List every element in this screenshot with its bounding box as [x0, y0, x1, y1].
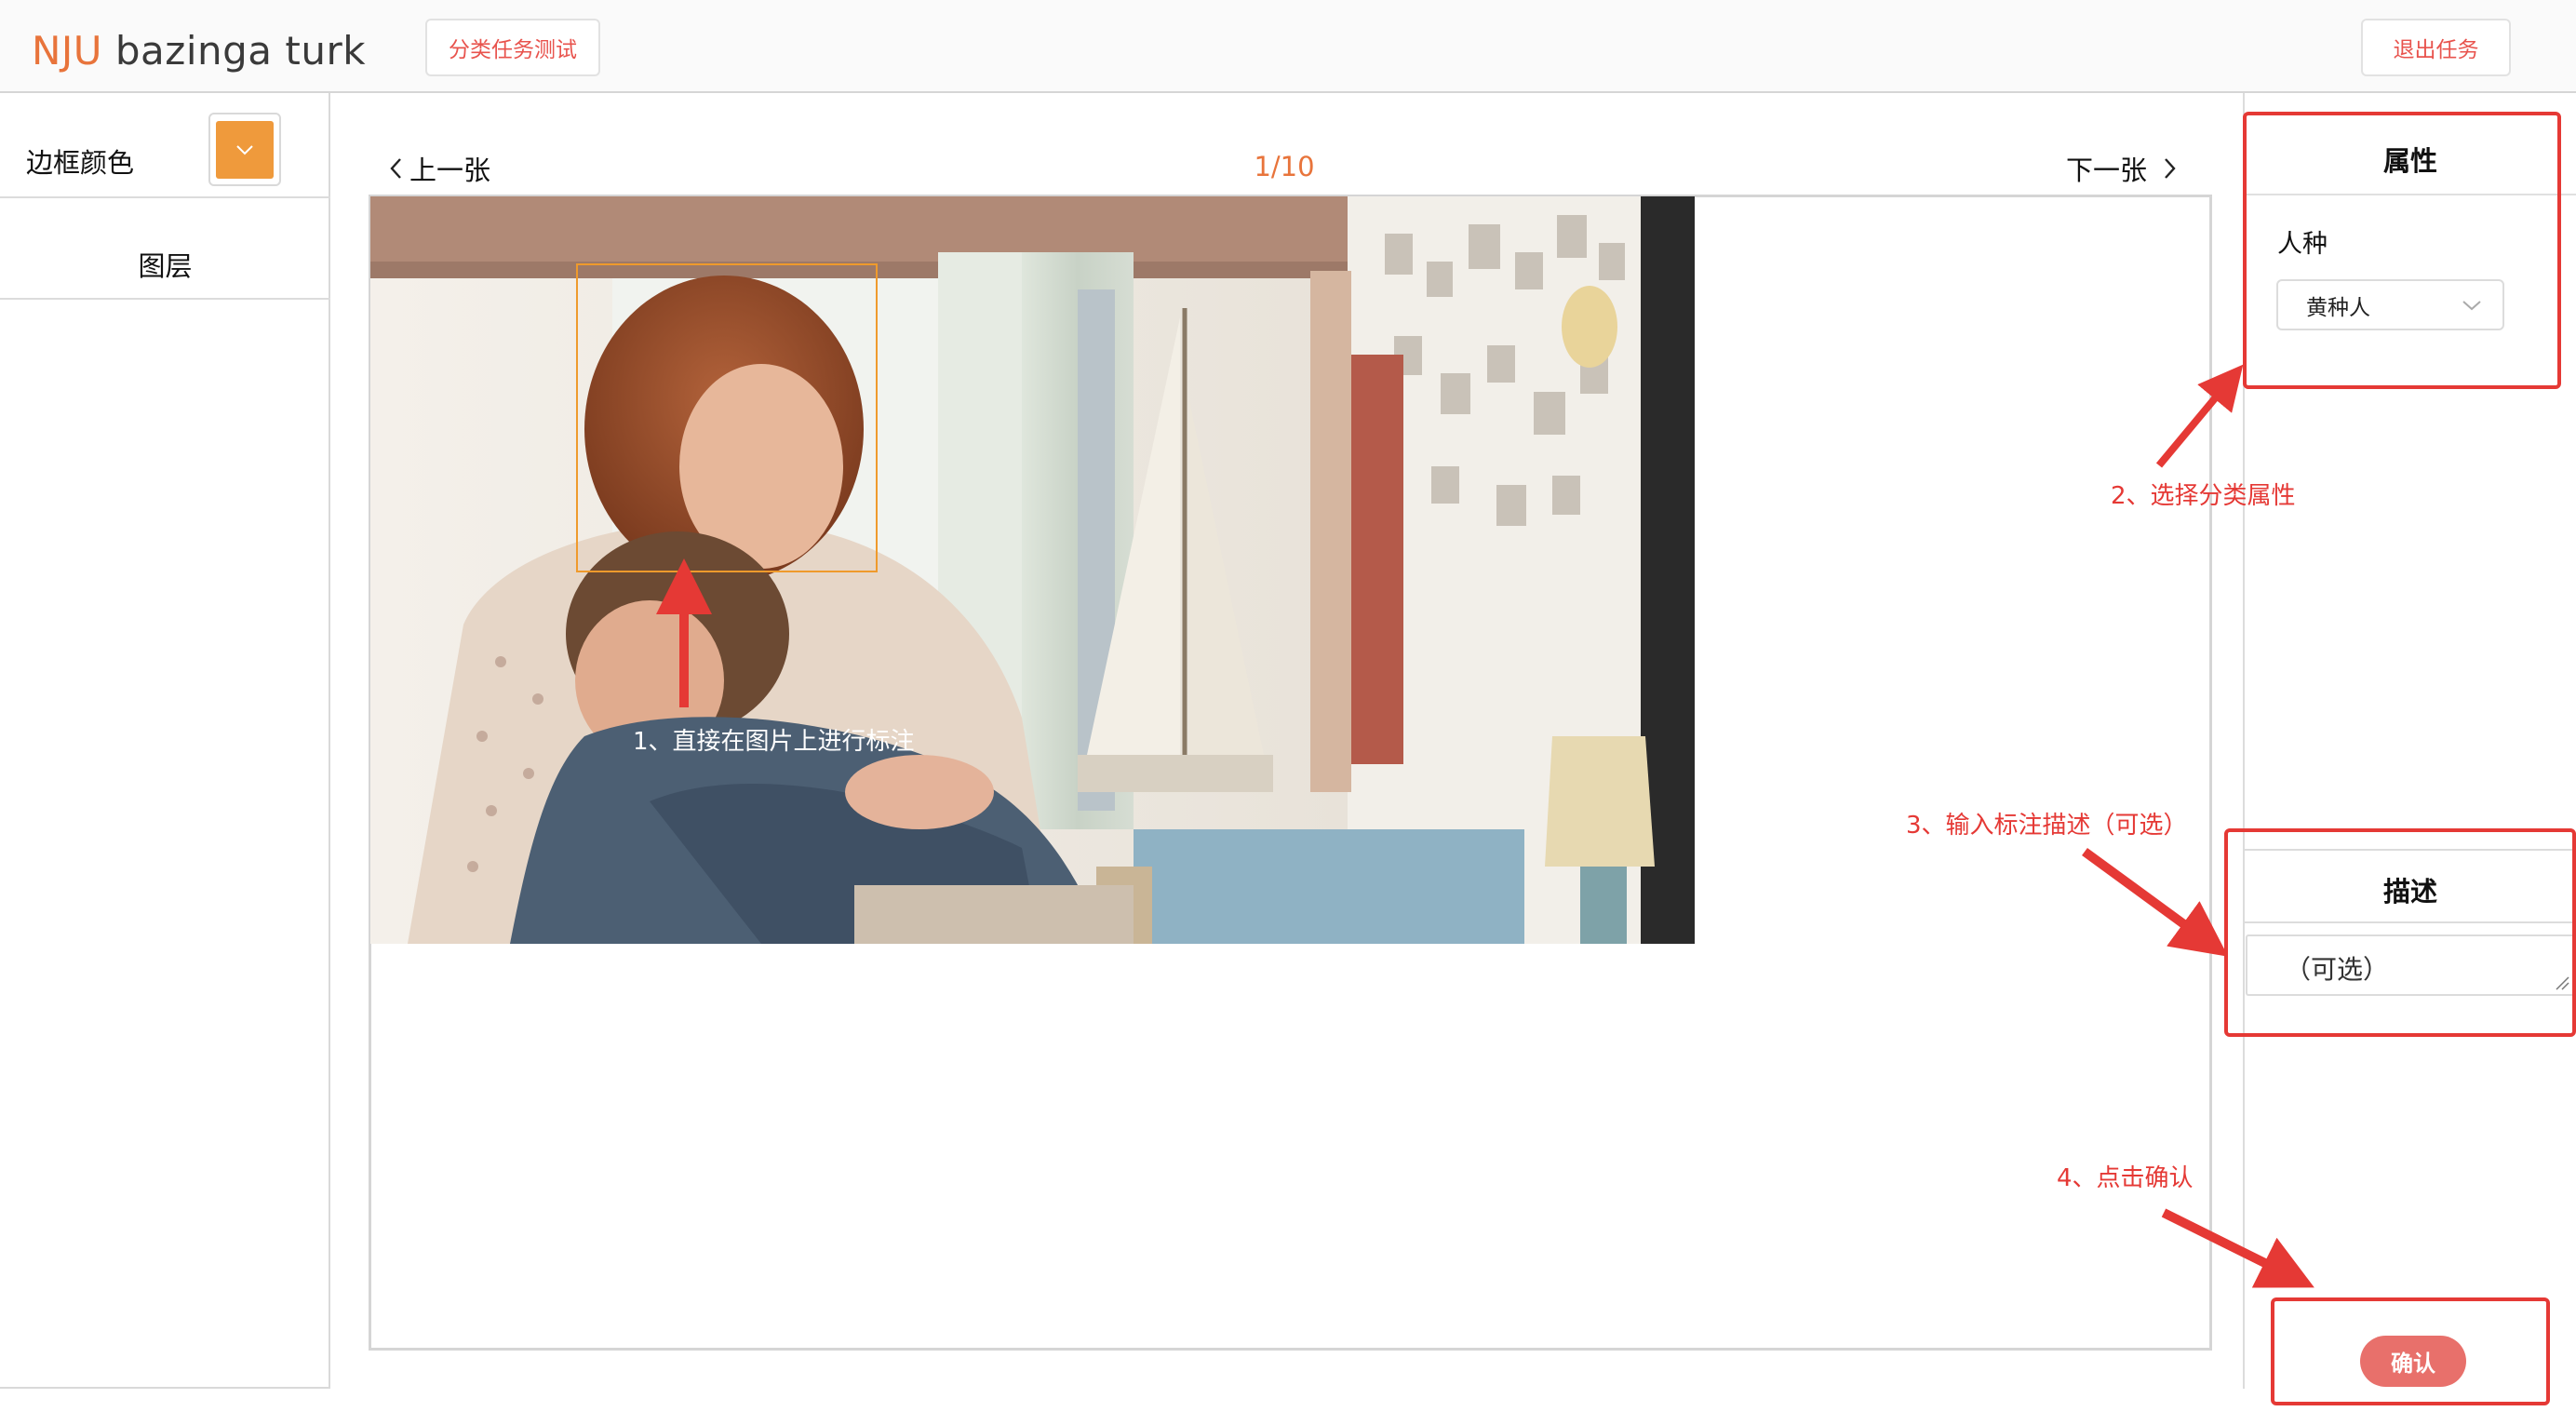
logo-brand: NJU [32, 28, 103, 74]
chevron-right-icon [2165, 158, 2176, 179]
highlight-description [2224, 828, 2576, 1037]
instruction-step-1: 1、直接在图片上进行标注 [633, 728, 915, 756]
border-color-label: 边框颜色 [26, 147, 135, 179]
prev-image-label: 上一张 [409, 155, 491, 186]
instruction-step-3: 3、输入标注描述（可选） [1906, 812, 2188, 840]
image-to-annotate[interactable] [370, 196, 1695, 944]
next-image-button[interactable]: 下一张 [2066, 149, 2177, 188]
prev-image-button[interactable]: 上一张 [389, 149, 490, 188]
left-sidebar [0, 93, 330, 1389]
highlight-confirm [2271, 1297, 2550, 1405]
layers-title: 图层 [138, 250, 193, 282]
border-color-picker[interactable] [208, 113, 281, 186]
instruction-step-4: 4、点击确认 [2057, 1164, 2194, 1192]
next-image-label: 下一张 [2066, 155, 2148, 186]
instruction-step-2: 2、选择分类属性 [2111, 482, 2296, 510]
logo-text: bazinga turk [102, 28, 367, 74]
sidebar-divider [0, 298, 330, 300]
annotation-bounding-box[interactable] [576, 263, 878, 572]
exit-task-button[interactable]: 退出任务 [2361, 19, 2511, 76]
sidebar-divider [0, 196, 330, 198]
task-name-button[interactable]: 分类任务测试 [425, 19, 600, 76]
highlight-attributes [2243, 112, 2561, 389]
app-logo: NJU bazinga turk [32, 28, 366, 74]
chevron-left-icon [390, 158, 401, 179]
top-header [0, 0, 2576, 93]
page-indicator: 1/10 [1254, 151, 1315, 182]
chevron-down-icon [236, 144, 253, 155]
color-swatch-fill [216, 120, 274, 179]
